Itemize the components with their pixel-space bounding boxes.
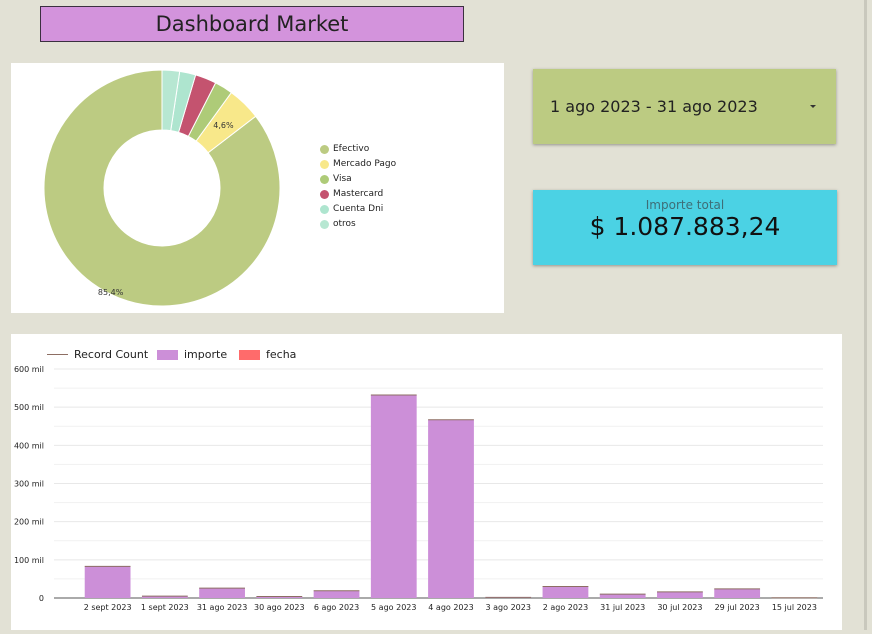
y-tick-label: 0	[39, 594, 44, 603]
legend-swatch-icon	[320, 175, 329, 184]
kpi-label: Importe total	[533, 198, 837, 212]
legend-swatch-icon	[320, 145, 329, 154]
date-range-selector[interactable]: 1 ago 2023 - 31 ago 2023	[533, 69, 836, 144]
y-tick-label: 300 mil	[14, 480, 44, 489]
payment-method-pie-chart: 85,4% 4,6% Efectivo Mercado Pago Visa Master…	[11, 63, 504, 313]
page-title: Dashboard Market	[40, 6, 464, 42]
page-title-text: Dashboard Market	[156, 12, 349, 36]
legend-swatch-icon	[157, 350, 178, 360]
bar-importe[interactable]	[600, 594, 646, 598]
y-tick-label: 100 mil	[14, 556, 44, 565]
bar-importe[interactable]	[371, 395, 417, 598]
bar-importe[interactable]	[428, 420, 474, 598]
x-tick-label: 3 ago 2023	[486, 603, 531, 612]
pie-legend-label: Cuenta Dni	[333, 204, 383, 214]
pie-legend-label: Visa	[333, 174, 352, 184]
legend-line-icon	[47, 354, 68, 355]
y-tick-label: 400 mil	[14, 441, 44, 450]
legend-swatch-icon	[320, 190, 329, 199]
pie-data-label: 85,4%	[98, 288, 124, 297]
bar-importe[interactable]	[657, 592, 703, 598]
pie-legend-label: Mercado Pago	[333, 159, 396, 169]
bar-legend-item[interactable]: importe	[157, 348, 227, 361]
window-border	[864, 0, 867, 630]
bar-legend-item[interactable]: Record Count	[47, 348, 148, 361]
bar-importe[interactable]	[314, 591, 360, 598]
y-tick-label: 200 mil	[14, 518, 44, 527]
bar-legend-label: fecha	[266, 348, 296, 361]
x-tick-label: 2 ago 2023	[543, 603, 588, 612]
legend-swatch-icon	[239, 350, 260, 360]
x-tick-label: 6 ago 2023	[314, 603, 359, 612]
bar-legend-item[interactable]: fecha	[239, 348, 296, 361]
kpi-value: $ 1.087.883,24	[533, 212, 837, 241]
x-tick-label: 31 ago 2023	[197, 603, 248, 612]
pie-legend-item[interactable]: Cuenta Dni	[320, 204, 383, 214]
pie-legend-item[interactable]: otros	[320, 219, 356, 229]
x-tick-label: 1 sept 2023	[141, 603, 189, 612]
x-tick-label: 4 ago 2023	[428, 603, 473, 612]
x-tick-label: 31 jul 2023	[600, 603, 645, 612]
pie-legend-item[interactable]: Mercado Pago	[320, 159, 396, 169]
total-amount-scorecard: Importe total $ 1.087.883,24	[533, 190, 837, 265]
bar-importe[interactable]	[199, 588, 245, 598]
x-tick-label: 29 jul 2023	[715, 603, 760, 612]
pie-chart-svg: 85,4% 4,6%	[11, 63, 504, 313]
x-tick-label: 5 ago 2023	[371, 603, 416, 612]
bar-legend-label: importe	[184, 348, 227, 361]
bar-legend-label: Record Count	[74, 348, 148, 361]
pie-legend-item[interactable]: Visa	[320, 174, 352, 184]
pie-legend-label: Mastercard	[333, 189, 383, 199]
pie-data-label: 4,6%	[213, 121, 234, 130]
date-range-label: 1 ago 2023 - 31 ago 2023	[550, 97, 758, 116]
y-tick-label: 500 mil	[14, 403, 44, 412]
legend-swatch-icon	[320, 160, 329, 169]
x-tick-label: 30 jul 2023	[657, 603, 702, 612]
x-tick-label: 15 jul 2023	[772, 603, 817, 612]
pie-legend-item[interactable]: Efectivo	[320, 144, 369, 154]
bar-chart-svg: 600 mil 500 mil 400 mil 300 mil 200 mil 100 m…	[11, 334, 842, 630]
pie-legend-label: otros	[333, 219, 356, 229]
dropdown-caret-icon[interactable]	[810, 105, 816, 108]
bar-importe[interactable]	[543, 587, 589, 598]
pie-legend-item[interactable]: Mastercard	[320, 189, 383, 199]
legend-swatch-icon	[320, 220, 329, 229]
x-tick-label: 30 ago 2023	[254, 603, 305, 612]
bar-importe[interactable]	[714, 589, 760, 598]
pie-legend-label: Efectivo	[333, 144, 369, 154]
legend-swatch-icon	[320, 205, 329, 214]
y-tick-label: 600 mil	[14, 365, 44, 374]
amount-by-date-bar-chart: Record Count importe fecha 600 mil 500 mil 4…	[11, 334, 842, 630]
bar-importe[interactable]	[85, 566, 131, 598]
x-tick-label: 2 sept 2023	[84, 603, 132, 612]
